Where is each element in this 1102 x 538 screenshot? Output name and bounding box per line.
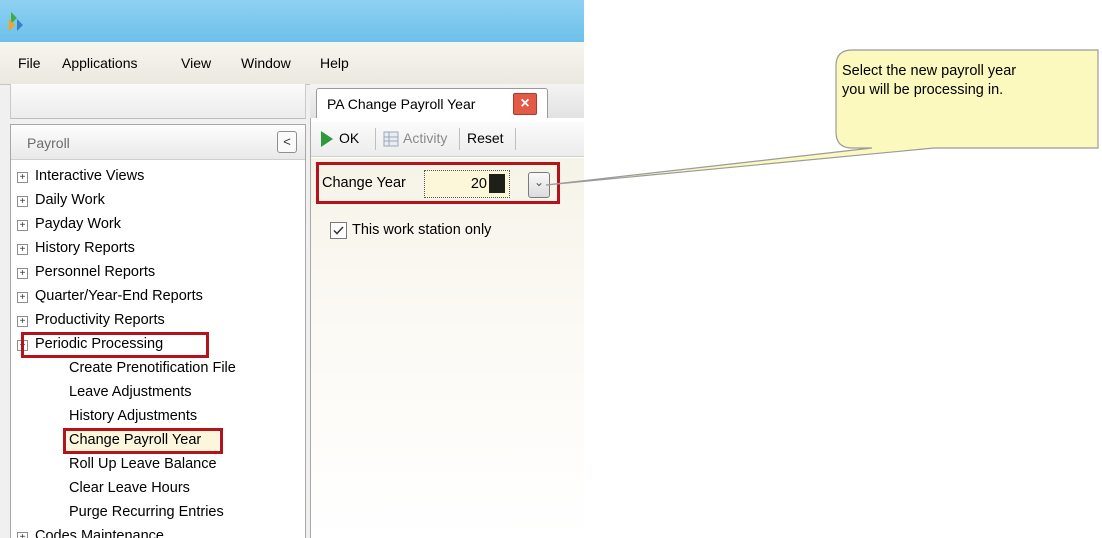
menu-bar: File Applications View Window Help [0,42,584,85]
tab-pa-change-payroll-year[interactable]: PA Change Payroll Year × [316,88,548,119]
tree-item-label: Productivity Reports [35,312,165,328]
menu-applications[interactable]: Applications [62,55,138,71]
tree-item-label: Payday Work [35,216,121,232]
toolbar-separator [459,128,460,150]
expand-icon[interactable]: + [17,196,28,207]
toolbar-separator [375,128,376,150]
panel-title: Payroll [27,135,70,151]
tree-item-label: Clear Leave Hours [69,480,190,496]
highlight-box-change-payroll-year [63,428,223,454]
tree-item-label: Personnel Reports [35,264,156,280]
expand-icon[interactable]: + [17,532,28,538]
tree-item-label: Interactive Views [35,168,145,184]
tab-label: PA Change Payroll Year [327,96,476,112]
activity-grid-icon [383,131,399,147]
expand-icon[interactable]: + [17,172,28,183]
change-year-field[interactable]: 20 [424,170,510,198]
menu-window[interactable]: Window [241,55,291,71]
highlight-box-periodic-processing [21,332,209,358]
app-logo-icon [9,12,23,31]
reset-button[interactable]: Reset [467,130,504,146]
application-window: File Applications View Window Help PA Ch… [0,0,584,538]
workstation-checkbox[interactable] [330,222,347,239]
close-icon[interactable]: × [513,93,537,115]
form-area [311,158,584,538]
tree-item-label: History Reports [35,240,135,256]
tree-item-label: Quarter/Year-End Reports [35,288,203,304]
expand-icon[interactable]: + [17,244,28,255]
activity-button[interactable]: Activity [403,130,447,146]
callout-line: Select the new payroll year [842,63,1017,79]
checkmark-icon [333,226,344,235]
left-panel-header-strip [10,84,306,119]
year-dropdown-button[interactable]: ⌄ [528,172,550,198]
tree-item-label: Leave Adjustments [69,384,192,400]
tree-item-label: Create Prenotification File [69,360,236,376]
chevron-down-icon: ⌄ [534,175,545,189]
tree-item-label: History Adjustments [69,408,198,424]
toolbar-separator [515,128,516,150]
form-toolbar: OK Activity Reset [311,122,584,157]
title-bar [0,0,584,42]
change-year-value: 20 [470,176,487,192]
panel-title-bar: Payroll < [11,125,305,160]
tree-item-label: Codes Maintenance [35,528,164,538]
ok-button[interactable]: OK [339,130,359,146]
tree-item-label: Purge Recurring Entries [69,504,224,520]
payroll-navigation-panel: Payroll < + Interactive Views + Daily Wo… [10,124,306,538]
tab-strip: PA Change Payroll Year × [310,84,584,119]
workstation-label: This work station only [352,222,492,238]
tree-item-label: Daily Work [35,192,105,208]
callout-line: you will be processing in. [842,82,1004,98]
menu-view[interactable]: View [181,55,211,71]
year-redaction-block [489,174,505,193]
play-icon [321,131,333,147]
callout-text: Select the new payroll year you will be … [842,62,1092,100]
collapse-panel-button[interactable]: < [277,131,297,153]
expand-icon[interactable]: + [17,292,28,303]
expand-icon[interactable]: + [17,220,28,231]
menu-file[interactable]: File [18,55,41,71]
expand-icon[interactable]: + [17,316,28,327]
change-year-label: Change Year [322,175,406,191]
expand-icon[interactable]: + [17,268,28,279]
tree-item-label: Roll Up Leave Balance [69,456,217,472]
menu-help[interactable]: Help [320,55,349,71]
